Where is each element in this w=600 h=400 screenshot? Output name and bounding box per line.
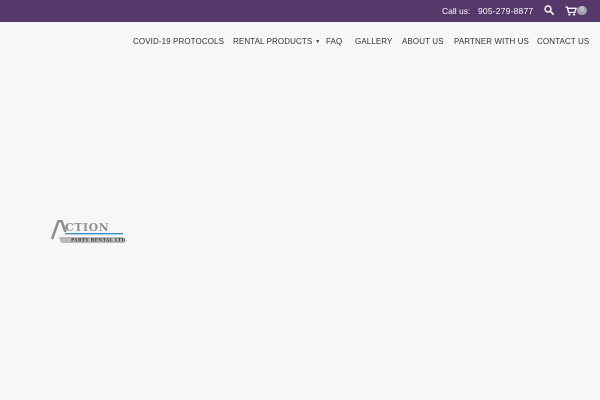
svg-text:PARTY RENTAL LTD.: PARTY RENTAL LTD. (71, 239, 127, 244)
nav-item-about-us[interactable]: ABOUT US (402, 37, 444, 46)
search-icon[interactable] (544, 5, 554, 15)
caret-down-icon: ▼ (315, 39, 321, 45)
main-navigation: COVID-19 PROTOCOLS RENTAL PRODUCTS ▼ FAQ … (0, 37, 600, 49)
nav-item-contact-us[interactable]: CONTACT US (537, 37, 589, 46)
svg-text:CTION: CTION (65, 221, 109, 234)
top-bar: Call us: 905-279-8877 0 (0, 0, 600, 22)
action-party-rental-logo[interactable]: CTION PARTY RENTAL LTD. (50, 219, 127, 244)
nav-item-covid-19-protocols[interactable]: COVID-19 PROTOCOLS (133, 37, 224, 46)
nav-item-gallery[interactable]: GALLERY (355, 37, 392, 46)
nav-item-rental-products-label: RENTAL PRODUCTS (233, 37, 313, 46)
cart-button[interactable]: 0 (565, 5, 589, 17)
nav-item-faq[interactable]: FAQ (326, 37, 342, 46)
shopping-cart-icon (565, 6, 577, 16)
phone-number-link[interactable]: 905-279-8877 (478, 6, 533, 16)
call-us-label: Call us: (442, 6, 471, 16)
nav-item-partner-with-us[interactable]: PARTNER WITH US (454, 37, 529, 46)
nav-item-rental-products[interactable]: RENTAL PRODUCTS ▼ (233, 37, 320, 46)
cart-count-badge: 0 (577, 6, 587, 15)
